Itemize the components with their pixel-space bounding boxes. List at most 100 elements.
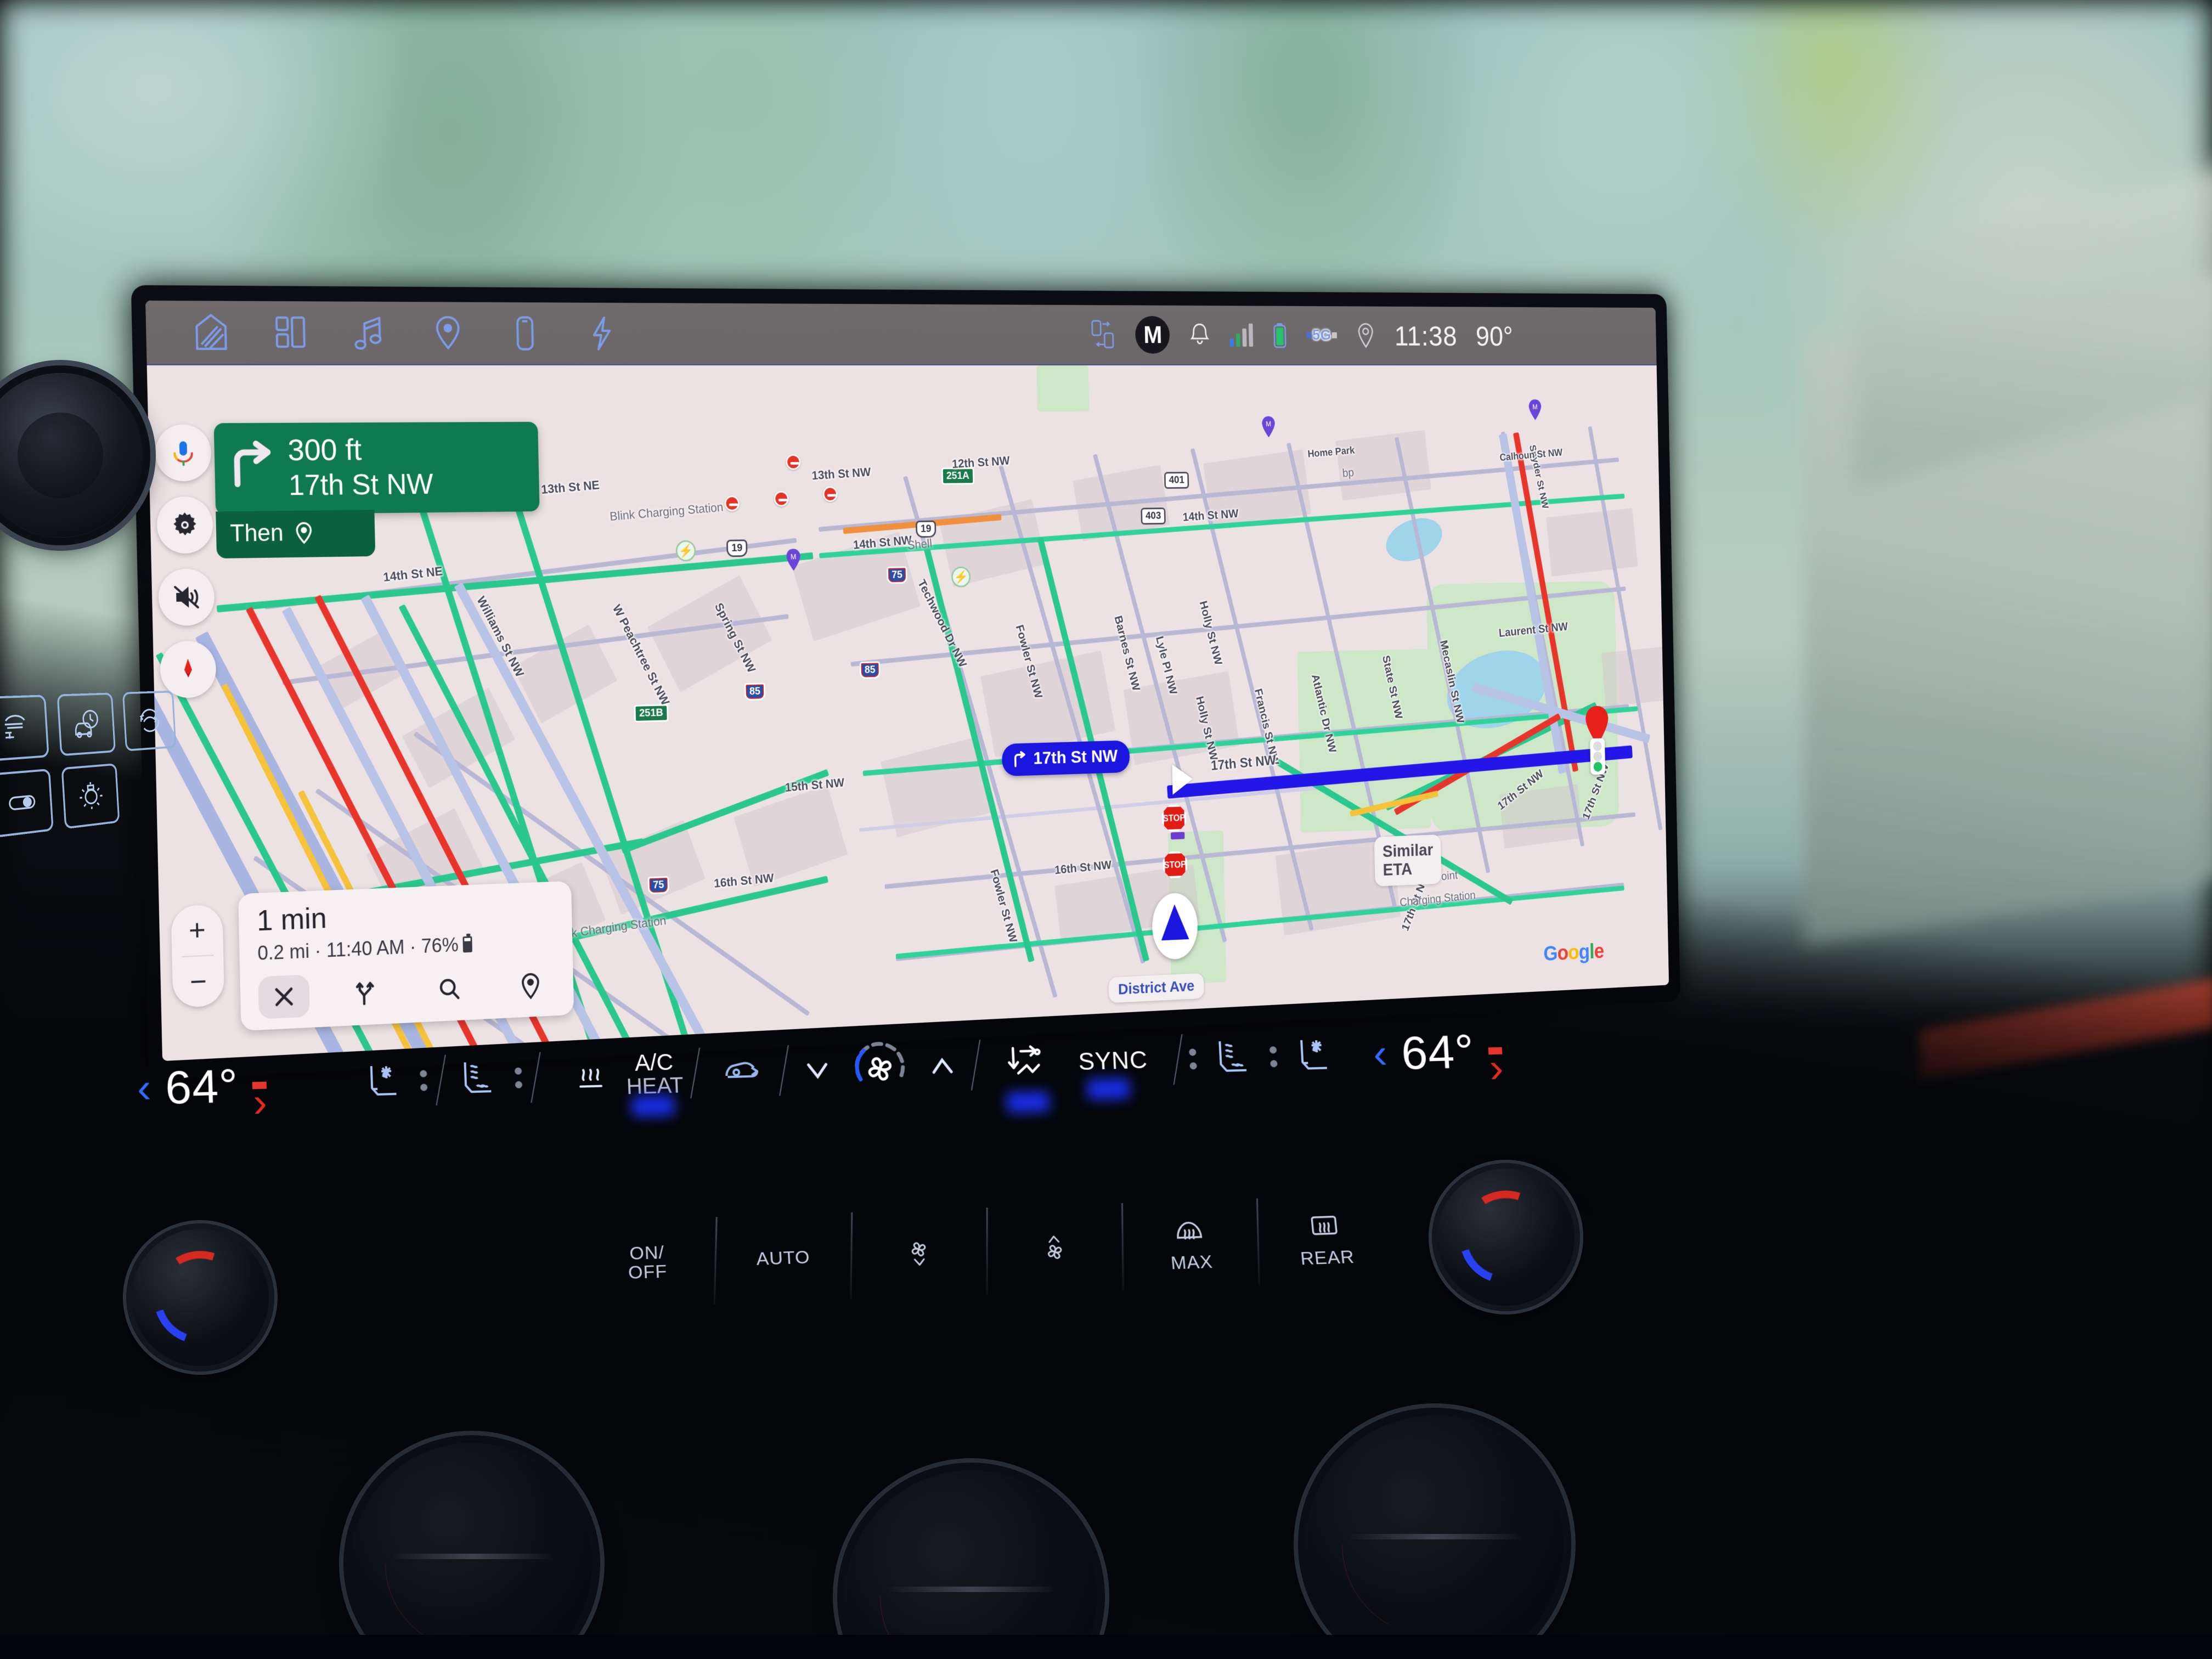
device-transfer-icon[interactable] xyxy=(1090,319,1116,351)
passenger-temp-up-button[interactable]: › xyxy=(1488,1047,1503,1054)
google-attribution: Google xyxy=(1543,939,1604,966)
map-canvas[interactable]: ⚡ ⚡ ⚡ M M M 19 19 85 85 75 75 251B 251A … xyxy=(147,365,1669,1061)
settings-button[interactable] xyxy=(156,496,213,554)
next-maneuver-card[interactable]: Then xyxy=(216,510,375,558)
voice-assistant-button[interactable] xyxy=(155,424,212,481)
divider xyxy=(850,1212,853,1300)
vent-led-arc xyxy=(1342,1452,1527,1637)
divider xyxy=(1256,1198,1260,1285)
driver-temperature-knob[interactable] xyxy=(132,1229,269,1366)
charging-station-icon[interactable]: ⚡ xyxy=(675,540,696,562)
driver-seat-heat-icon[interactable] xyxy=(454,1055,503,1103)
vehicle-control-buttons[interactable] xyxy=(0,691,183,838)
divider xyxy=(780,1045,789,1096)
destination-pin-icon xyxy=(293,521,315,544)
passenger-seat-cool-icon[interactable] xyxy=(1289,1031,1338,1080)
fan-speed-up-icon[interactable] xyxy=(925,1042,960,1090)
driver-temp-down-button[interactable]: ‹ xyxy=(137,1068,151,1110)
bell-icon[interactable] xyxy=(1189,321,1211,349)
display-brightness-button[interactable] xyxy=(61,763,120,829)
map-zoom-controls[interactable]: + − xyxy=(171,904,224,1008)
driver-temperature-control[interactable]: ‹ 64° › xyxy=(137,1058,268,1115)
passenger-seat-heat-level[interactable] xyxy=(1189,1048,1197,1069)
alternate-route-chip[interactable]: Similar ETA xyxy=(1374,834,1442,886)
knob-led-ring xyxy=(1459,1190,1553,1284)
divider xyxy=(691,1048,701,1098)
driver-seat-heat-level[interactable] xyxy=(515,1068,522,1088)
phone-icon[interactable] xyxy=(507,313,542,354)
passenger-temp-down-button[interactable]: ‹ xyxy=(1372,1033,1388,1075)
max-defrost-button[interactable]: MAX xyxy=(1138,1215,1242,1274)
then-label: Then xyxy=(230,520,284,548)
restriction-icon xyxy=(774,491,788,507)
energy-bolt-icon[interactable] xyxy=(584,313,618,354)
auto-hold-button[interactable] xyxy=(122,691,177,752)
recirculation-icon[interactable] xyxy=(719,1047,768,1096)
destination-info-button[interactable] xyxy=(505,963,555,1007)
transit-station-icon[interactable]: M xyxy=(1261,416,1277,438)
navigation-pin-icon[interactable] xyxy=(431,312,466,354)
lane-keep-toggle-button[interactable] xyxy=(0,769,54,838)
driver-seat-cool-level[interactable] xyxy=(420,1070,427,1091)
fan-speed-down-icon[interactable] xyxy=(800,1046,836,1094)
hvac-power-button[interactable]: ON/OFF xyxy=(597,1242,698,1283)
restriction-icon xyxy=(823,486,838,502)
airflow-mode-icon[interactable] xyxy=(1001,1040,1050,1088)
screen-surface[interactable]: M 5G 11:38 90° ⚡ ⚡ M M M 19 19 85 85 75 … xyxy=(145,301,1669,1061)
front-defrost-icon[interactable] xyxy=(566,1052,615,1100)
zoom-out-button[interactable]: − xyxy=(172,956,224,1008)
rear-defrost-button[interactable]: REAR xyxy=(1274,1210,1378,1269)
charging-station-icon[interactable]: ⚡ xyxy=(951,567,971,588)
maneuver-card[interactable]: 300 ft 17th St NW xyxy=(214,422,540,515)
fan-dial-icon[interactable] xyxy=(849,1037,911,1098)
infotainment-display[interactable]: M 5G 11:38 90° ⚡ ⚡ M M M 19 19 85 85 75 … xyxy=(131,285,1680,1081)
search-along-route-button[interactable] xyxy=(424,967,475,1011)
driver-temp-up-button[interactable]: › xyxy=(252,1081,267,1089)
turn-right-icon xyxy=(226,438,277,490)
fan-down-button[interactable] xyxy=(868,1235,969,1272)
street-label: 13th St NE xyxy=(540,478,600,497)
hvac-auto-button[interactable]: AUTO xyxy=(733,1247,833,1269)
driver-seat-cool-icon[interactable] xyxy=(359,1058,408,1106)
avatar[interactable]: M xyxy=(1135,316,1170,354)
traction-control-off-button[interactable] xyxy=(0,695,49,761)
lower-console-shadow xyxy=(0,1635,2212,1659)
traffic-light-icon xyxy=(1590,738,1605,775)
home-icon[interactable] xyxy=(193,311,229,354)
compass-button[interactable] xyxy=(160,640,217,698)
passenger-seat-cool-level[interactable] xyxy=(1269,1046,1277,1067)
alternate-routes-button[interactable] xyxy=(342,971,393,1015)
mute-voice-button[interactable] xyxy=(158,568,215,626)
restriction-icon xyxy=(786,454,800,470)
end-navigation-button[interactable] xyxy=(258,974,309,1019)
route-shield-i85: 85 xyxy=(744,683,766,701)
transit-station-icon[interactable]: M xyxy=(1527,399,1543,421)
passenger-seat-heat-icon[interactable] xyxy=(1208,1034,1257,1082)
divider xyxy=(1121,1203,1124,1290)
transit-station-icon[interactable]: M xyxy=(785,548,802,571)
ac-heat-toggle[interactable]: A/C HEAT xyxy=(625,1049,684,1098)
route-maneuver-badge[interactable]: 17th St NW xyxy=(1002,740,1130,776)
music-icon[interactable] xyxy=(352,312,388,354)
hvac-power-label: ON/OFF xyxy=(627,1243,668,1282)
passenger-temperature-control[interactable]: ‹ 64° › xyxy=(1372,1023,1504,1081)
divider xyxy=(531,1052,540,1103)
svg-text:M: M xyxy=(791,552,797,561)
map-control-buttons[interactable] xyxy=(155,424,217,698)
exit-shield-251B: 251B xyxy=(634,704,669,722)
center-air-vent[interactable] xyxy=(1306,1415,1564,1659)
eta-card[interactable]: 1 min 0.2 mi · 11:40 AM · 76% xyxy=(238,881,574,1031)
poi-label: Blink Charging Station xyxy=(609,500,724,523)
outside-temperature: 90° xyxy=(1475,319,1513,352)
sync-button[interactable]: SYNC xyxy=(1078,1047,1148,1075)
parking-assist-button[interactable] xyxy=(57,692,116,756)
zoom-in-button[interactable]: + xyxy=(171,904,223,956)
primary-nav-icons[interactable] xyxy=(145,311,618,354)
heat-label: HEAT xyxy=(626,1074,684,1098)
network-label: 5G xyxy=(1312,327,1331,344)
fan-up-button[interactable] xyxy=(1004,1230,1105,1267)
ac-label: A/C xyxy=(634,1050,674,1075)
apps-grid-icon[interactable] xyxy=(273,312,309,354)
eta-actions[interactable] xyxy=(258,963,558,1019)
passenger-temperature-knob[interactable] xyxy=(1437,1169,1575,1306)
